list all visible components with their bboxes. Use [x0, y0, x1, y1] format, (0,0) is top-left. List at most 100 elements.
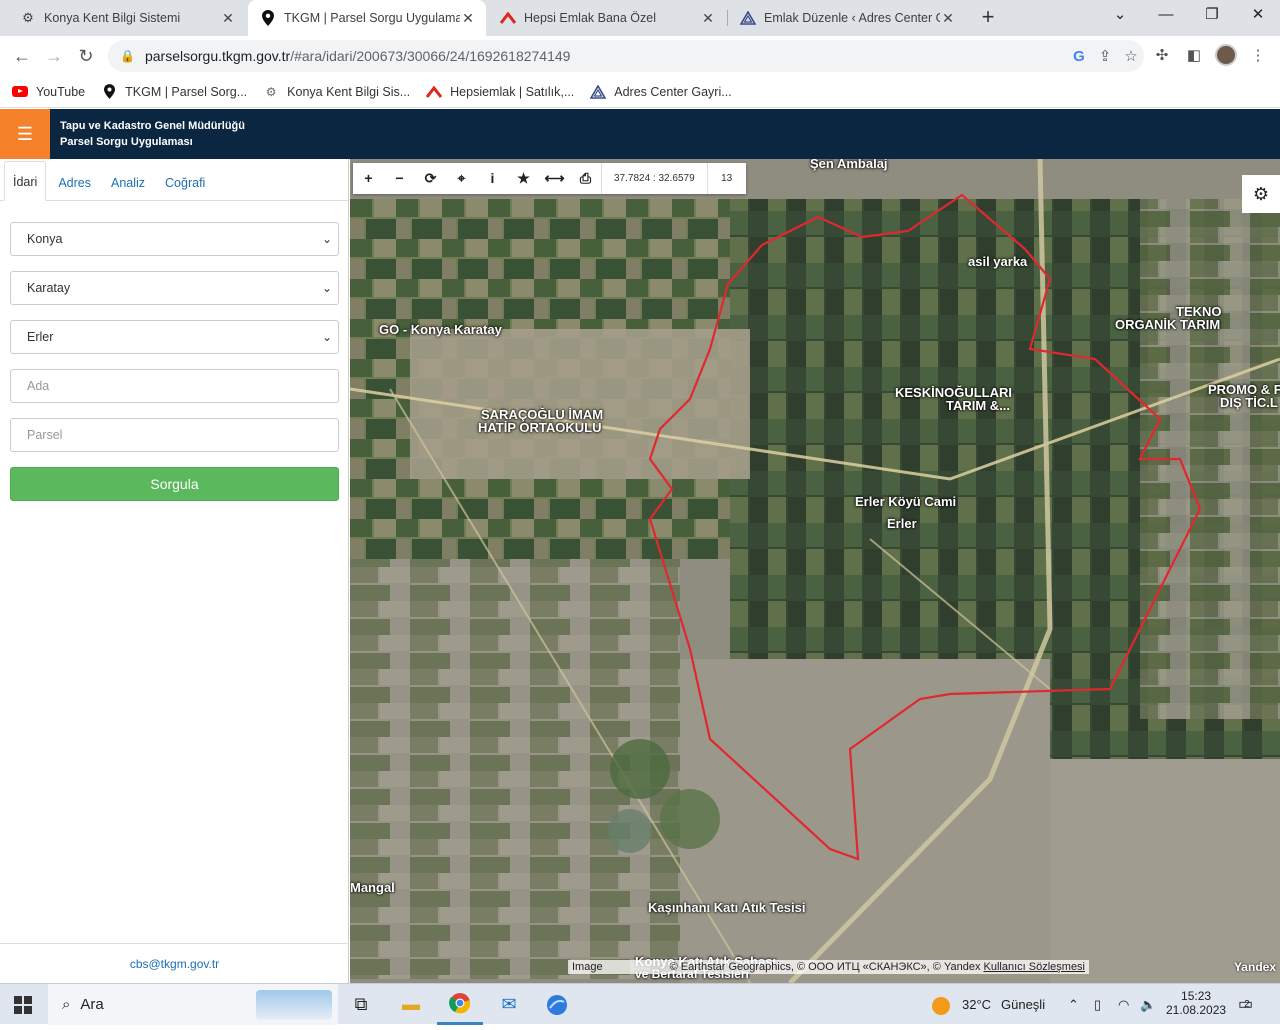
taskbar: ⌕ Ara ⧉ ▬ ✉ 32°C Güneşli ⌃ ▯ ◠ 🔈 15:23 2…: [0, 983, 1280, 1025]
bookmark-konya-kent[interactable]: ⚙ Konya Kent Bilgi Sis...: [263, 84, 410, 100]
taskbar-search[interactable]: ⌕ Ara: [48, 984, 338, 1025]
hamburger-menu-button[interactable]: ☰: [0, 109, 50, 159]
bookmark-star-icon[interactable]: ☆: [1118, 47, 1144, 65]
weather-icon[interactable]: [932, 984, 950, 1025]
forward-button[interactable]: →: [42, 44, 66, 68]
tab-idari[interactable]: İdari: [4, 161, 47, 201]
map-label[interactable]: Erler: [887, 517, 917, 530]
weather-text[interactable]: Güneşli: [1001, 984, 1045, 1025]
app-icon[interactable]: [534, 984, 580, 1025]
tab-analiz[interactable]: Analiz: [103, 162, 153, 200]
adres-center-icon: [740, 10, 756, 26]
map-label[interactable]: asil yarka: [968, 255, 1027, 268]
volume-icon[interactable]: 🔈: [1140, 984, 1156, 1025]
back-button[interactable]: ←: [10, 44, 34, 68]
contact-email-link[interactable]: cbs@tkgm.gov.tr: [0, 943, 349, 983]
sidebar-tabs: İdari Adres Analiz Coğrafi: [0, 159, 348, 201]
bookmark-youtube[interactable]: YouTube: [12, 84, 85, 100]
district-select[interactable]: Karatay ⌄: [10, 271, 339, 305]
task-view-icon[interactable]: ⧉: [338, 984, 384, 1025]
chevron-down-icon: ⌄: [321, 330, 332, 344]
app-title: Tapu ve Kadastro Genel Müdürlüğü Parsel …: [60, 118, 245, 150]
wifi-icon[interactable]: ◠: [1118, 984, 1129, 1025]
map-label[interactable]: TARIM &...: [946, 399, 1010, 412]
map-label[interactable]: ORGANİK TARIM: [1115, 318, 1220, 331]
tab-adres[interactable]: Adres: [50, 162, 99, 200]
landscape-icon: [256, 989, 332, 1020]
map-label[interactable]: DIŞ TİC.L: [1220, 396, 1278, 409]
new-tab-button[interactable]: +: [977, 6, 999, 28]
map-pin-icon: [101, 84, 117, 100]
lock-icon[interactable]: 🔒: [120, 49, 135, 63]
refresh-icon[interactable]: ⟳: [415, 163, 446, 194]
chrome-icon[interactable]: [437, 984, 483, 1025]
side-panel-icon[interactable]: ◧: [1182, 44, 1206, 68]
map-label[interactable]: Kaşınhanı Katı Atık Tesisi: [648, 901, 806, 914]
close-icon[interactable]: ✕: [940, 10, 956, 27]
print-icon[interactable]: ⎙: [570, 163, 601, 194]
yandex-logo[interactable]: Yandex: [1234, 960, 1276, 974]
address-bar[interactable]: 🔒 parselsorgu.tkgm.gov.tr/#ara/idari/200…: [108, 40, 1144, 72]
province-select[interactable]: Konya ⌄: [10, 222, 339, 256]
share-icon[interactable]: ⇪: [1092, 47, 1118, 65]
sorgula-button[interactable]: Sorgula: [10, 467, 339, 501]
extensions-icon[interactable]: ✣: [1150, 44, 1174, 68]
map-attribution: Image © Earthstar Geographics, © ООО ИТЦ…: [568, 960, 1090, 974]
restore-button[interactable]: ❐: [1189, 0, 1235, 32]
bookmark-tkgm[interactable]: TKGM | Parsel Sorg...: [101, 84, 247, 100]
tab-search-button[interactable]: ⌄: [1097, 0, 1143, 32]
clock-time: 15:23: [1181, 989, 1212, 1003]
locate-icon[interactable]: ⌖: [446, 163, 477, 194]
temperature[interactable]: 32°C: [962, 984, 991, 1025]
gear-logo-icon: ⚙: [22, 10, 34, 25]
zoom-in-icon[interactable]: +: [353, 163, 384, 194]
chevron-up-icon[interactable]: ⌃: [1068, 984, 1079, 1025]
neighborhood-select[interactable]: Erler ⌄: [10, 320, 339, 354]
windows-start-icon[interactable]: [0, 984, 46, 1025]
parsel-input[interactable]: Parsel: [10, 418, 339, 452]
map-toolbar: + − ⟳ ⌖ i ★ ⟷ ⎙ 37.7824 : 32.6579 13: [353, 163, 746, 194]
terms-link[interactable]: Kullanıcı Sözleşmesi: [984, 961, 1086, 973]
google-lens-icon[interactable]: G: [1066, 48, 1092, 65]
tab-hepsiemlak[interactable]: Hepsi Emlak Bana Özel ✕: [488, 0, 726, 36]
browser-toolbar: ← → ↻ 🔒 parselsorgu.tkgm.gov.tr/#ara/ida…: [0, 36, 1280, 76]
file-explorer-icon[interactable]: ▬: [388, 984, 434, 1025]
close-icon[interactable]: ✕: [220, 10, 236, 27]
map-label[interactable]: GO - Konya Karatay: [379, 323, 502, 336]
tab-tkgm[interactable]: TKGM | Parsel Sorgu Uygulaması ✕: [248, 0, 486, 36]
map-label[interactable]: HATİP ORTAOKULU: [478, 421, 602, 434]
info-icon[interactable]: i: [477, 163, 508, 194]
mail-icon[interactable]: ✉: [486, 984, 532, 1025]
gear-logo-icon: ⚙: [265, 84, 277, 99]
map-label[interactable]: Mangal: [350, 881, 395, 894]
reload-button[interactable]: ↻: [74, 44, 98, 68]
minimize-button[interactable]: —: [1143, 0, 1189, 32]
url-text[interactable]: parselsorgu.tkgm.gov.tr/#ara/idari/20067…: [145, 48, 1066, 64]
device-icon[interactable]: ▯: [1094, 984, 1101, 1025]
satellite-map[interactable]: Şen Ambalaj asil yarka TEKNO ORGANİK TAR…: [350, 159, 1280, 983]
menu-icon[interactable]: ⋮: [1246, 44, 1270, 68]
window-close-button[interactable]: ✕: [1235, 0, 1280, 32]
close-icon[interactable]: ✕: [460, 10, 476, 27]
tab-konya-kent[interactable]: ⚙ Konya Kent Bilgi Sistemi ✕: [8, 0, 246, 36]
bookmark-label: TKGM | Parsel Sorg...: [125, 84, 248, 99]
bookmark-adres-center[interactable]: Adres Center Gayri...: [590, 84, 732, 100]
zoom-out-icon[interactable]: −: [384, 163, 415, 194]
ada-input[interactable]: Ada: [10, 369, 339, 403]
measure-icon[interactable]: ⟷: [539, 163, 570, 194]
tab-adres-center[interactable]: Emlak Düzenle ‹ Adres Center Ga ✕: [728, 0, 966, 36]
map-label[interactable]: Erler Köyü Cami: [855, 495, 956, 508]
star-icon[interactable]: ★: [508, 163, 539, 194]
gear-icon[interactable]: ⚙: [1242, 175, 1280, 213]
tab-title: Konya Kent Bilgi Sistemi: [44, 11, 181, 25]
close-icon[interactable]: ✕: [700, 10, 716, 27]
notification-icon[interactable]: ▭2: [1238, 984, 1253, 1025]
app-title-line2: Parsel Sorgu Uygulaması: [60, 136, 193, 148]
tab-title: Hepsi Emlak Bana Özel: [524, 11, 657, 25]
bookmark-hepsiemlak[interactable]: Hepsiemlak | Satılık,...: [426, 84, 574, 100]
map-label[interactable]: Şen Ambalaj: [810, 159, 888, 170]
avatar[interactable]: [1215, 44, 1237, 66]
app-header: ☰ Tapu ve Kadastro Genel Müdürlüğü Parse…: [0, 109, 1280, 159]
zoom-level: 13: [721, 173, 733, 184]
tab-cografi[interactable]: Coğrafi: [157, 162, 213, 200]
